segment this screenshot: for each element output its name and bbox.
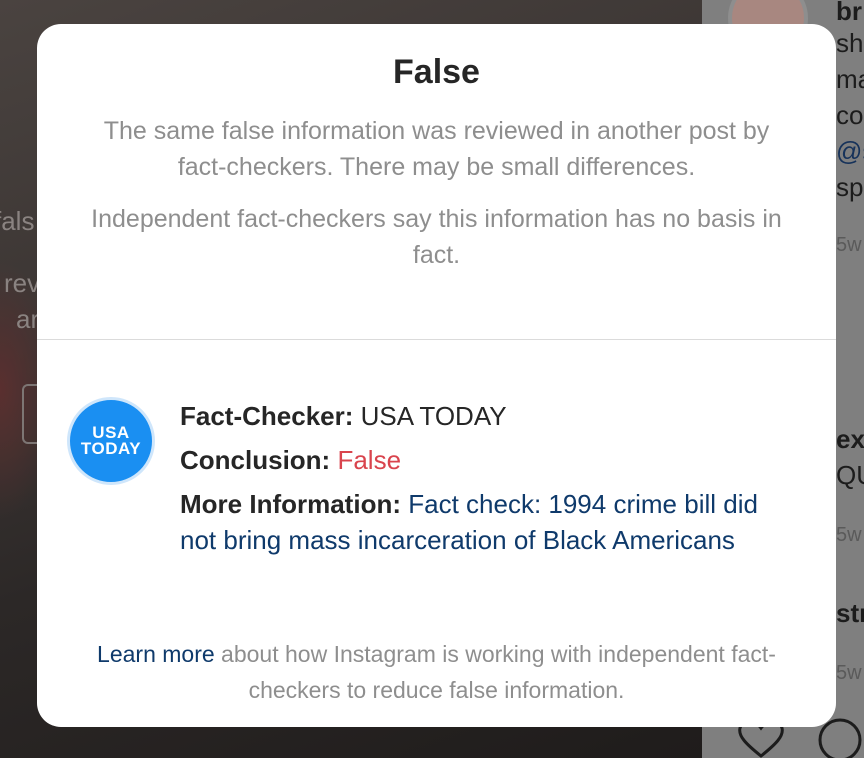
comment-text-fragment: QU — [836, 460, 864, 490]
footer-text: about how Instagram is working with inde… — [214, 641, 776, 703]
caption-fragment: sh — [836, 28, 864, 58]
fact-checker-section: USA TODAY Fact-Checker: USA TODAY Conclu… — [37, 340, 836, 625]
timestamp: 5w — [836, 662, 862, 684]
username-fragment: br — [836, 0, 862, 26]
mention-fragment: @s — [836, 136, 864, 166]
caption-fragment: sp — [836, 172, 864, 202]
modal-header: False The same false information was rev… — [37, 24, 836, 339]
timestamp: 5w — [836, 524, 862, 546]
fact-checker-name: USA TODAY — [360, 401, 507, 431]
logo-text: TODAY — [80, 439, 142, 458]
fact-check-modal: False The same false information was rev… — [37, 24, 836, 727]
caption-fragment: ma — [836, 64, 864, 94]
background-text-fragment: ar — [16, 304, 40, 334]
conclusion-line: Conclusion: False — [180, 442, 800, 478]
background-text-fragment: fals — [0, 206, 35, 236]
timestamp: 5w — [836, 234, 862, 256]
caption-fragment: co — [836, 100, 864, 130]
conclusion-value: False — [337, 445, 402, 475]
comment-username-fragment: ex — [836, 424, 864, 454]
fact-checker-line: Fact-Checker: USA TODAY — [180, 398, 800, 434]
modal-description: The same false information was reviewed … — [103, 117, 770, 181]
conclusion-label: Conclusion: — [180, 445, 331, 475]
modal-title: False — [393, 53, 480, 91]
fact-checker-details: Fact-Checker: USA TODAY Conclusion: Fals… — [180, 398, 800, 566]
more-information-line: More Information: Fact check: 1994 crime… — [180, 486, 800, 558]
modal-footer: Learn more about how Instagram is workin… — [37, 636, 836, 708]
fact-check-verdict-text: Independent fact-checkers say this infor… — [91, 205, 782, 269]
learn-more-link[interactable]: Learn more — [97, 641, 215, 667]
fact-checker-label: Fact-Checker: — [180, 401, 354, 431]
background-text-fragment: rev — [4, 268, 41, 298]
more-information-label: More Information: — [180, 489, 401, 519]
comment-username-fragment: str — [836, 598, 864, 628]
usa-today-logo: USA TODAY — [67, 397, 155, 485]
